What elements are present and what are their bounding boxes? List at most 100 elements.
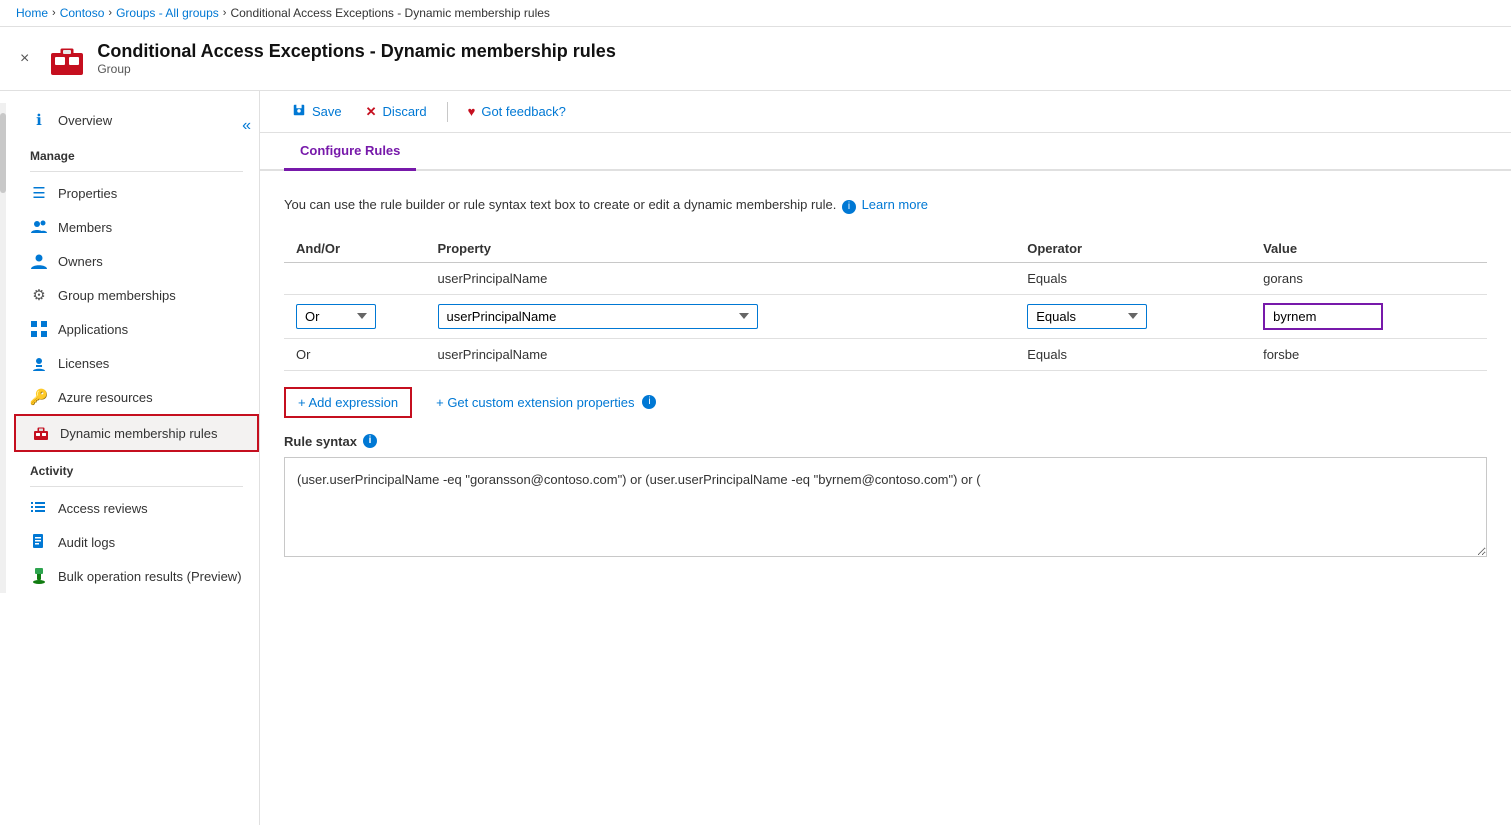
row3-value: forsbe [1251,338,1487,370]
properties-icon: ☰ [30,184,48,202]
licenses-icon [30,354,48,372]
row1-operator: Equals [1015,262,1251,294]
property-select[interactable]: userPrincipalName displayName mail given… [438,304,758,329]
breadcrumb-contoso[interactable]: Contoso [60,6,105,20]
operator-select[interactable]: Equals Not Equals Contains [1027,304,1147,329]
owners-icon [30,252,48,270]
custom-info-icon[interactable]: i [642,395,656,409]
row1-property: userPrincipalName [426,262,1016,294]
main-content: Save ✕ Discard ♥ Got feedback? Configure… [260,91,1511,825]
scrollbar-track[interactable] [0,103,6,593]
col-header-property: Property [426,235,1016,263]
info-circle-icon: ℹ [30,111,48,129]
key-icon: 🔑 [30,388,48,406]
save-button[interactable]: Save [284,99,350,124]
value-input[interactable] [1263,303,1383,330]
andor-select[interactable]: Or And [296,304,376,329]
gear-icon: ⚙ [30,286,48,304]
bc-sep-1: › [52,7,56,19]
add-expression-button[interactable]: + Add expression [284,387,412,418]
toolbar: Save ✕ Discard ♥ Got feedback? [260,91,1511,133]
sidebar-item-members-label: Members [58,220,112,235]
sidebar-item-dynamic-label: Dynamic membership rules [60,426,218,441]
save-label: Save [312,104,342,119]
sidebar-item-properties[interactable]: ☰ Properties [14,176,259,210]
sidebar-item-azure-resources-label: Azure resources [58,390,153,405]
table-row: userPrincipalName Equals gorans [284,262,1487,294]
sidebar-item-bulk-operation[interactable]: Bulk operation results (Preview) [14,559,259,593]
toolbox-icon [32,424,50,442]
header-row: × Conditional Access Exceptions - Dynami… [0,27,1511,91]
sidebar-item-members[interactable]: Members [14,210,259,244]
breadcrumb: Home › Contoso › Groups - All groups › C… [0,0,1511,27]
sidebar-item-group-memberships-label: Group memberships [58,288,176,303]
col-header-operator: Operator [1015,235,1251,263]
sidebar-divider-1 [30,171,243,172]
action-buttons-row: + Add expression + Get custom extension … [284,387,1487,418]
col-header-value: Value [1251,235,1487,263]
row3-property: userPrincipalName [426,338,1016,370]
close-button[interactable]: × [16,46,33,72]
rules-table: And/Or Property Operator Value userPrinc… [284,235,1487,371]
bulk-icon [30,567,48,585]
body-row: « ℹ Overview Manage ☰ Properties Members [0,91,1511,825]
table-row: Or userPrincipalName Equals forsbe [284,338,1487,370]
page-subtitle: Group [97,62,615,76]
row2-value[interactable] [1251,294,1487,338]
tabs-row: Configure Rules [260,133,1511,171]
sidebar-item-audit-logs[interactable]: Audit logs [14,525,259,559]
info-text: You can use the rule builder or rule syn… [284,195,1487,215]
info-tooltip-icon[interactable]: i [842,200,856,214]
learn-more-link[interactable]: Learn more [862,197,928,212]
sidebar-item-group-memberships[interactable]: ⚙ Group memberships [14,278,259,312]
breadcrumb-home[interactable]: Home [16,6,48,20]
get-custom-button[interactable]: + Get custom extension properties i [436,389,658,416]
row1-andor [284,262,426,294]
sidebar-item-licenses[interactable]: Licenses [14,346,259,380]
sidebar: « ℹ Overview Manage ☰ Properties Members [0,91,260,825]
grid-icon [30,320,48,338]
sidebar-item-bulk-label: Bulk operation results (Preview) [58,569,242,584]
sidebar-manage-label: Manage [14,137,259,167]
sidebar-item-overview-label: Overview [58,113,112,128]
sidebar-item-owners[interactable]: Owners [14,244,259,278]
sidebar-item-owners-label: Owners [58,254,103,269]
col-header-andor: And/Or [284,235,426,263]
toolbar-separator [447,102,448,122]
sidebar-item-dynamic-membership-rules[interactable]: Dynamic membership rules [14,414,259,452]
sidebar-item-audit-logs-label: Audit logs [58,535,115,550]
row3-andor: Or [284,338,426,370]
feedback-button[interactable]: ♥ Got feedback? [460,100,574,123]
sidebar-item-access-reviews-label: Access reviews [58,501,148,516]
row2-property[interactable]: userPrincipalName displayName mail given… [426,294,1016,338]
row2-andor[interactable]: Or And [284,294,426,338]
app-container: Home › Contoso › Groups - All groups › C… [0,0,1511,825]
discard-label: Discard [383,104,427,119]
sidebar-item-access-reviews[interactable]: Access reviews [14,491,259,525]
sidebar-item-properties-label: Properties [58,186,117,201]
sidebar-collapse-button[interactable]: « [234,115,259,137]
row1-value: gorans [1251,262,1487,294]
sidebar-item-applications[interactable]: Applications [14,312,259,346]
list-icon [30,499,48,517]
feedback-label: Got feedback? [481,104,566,119]
header-icon [49,41,85,77]
row2-operator[interactable]: Equals Not Equals Contains [1015,294,1251,338]
tab-configure-rules[interactable]: Configure Rules [284,133,416,171]
sidebar-item-licenses-label: Licenses [58,356,109,371]
content-area: You can use the rule builder or rule syn… [260,171,1511,584]
breadcrumb-groups[interactable]: Groups - All groups [116,6,219,20]
sidebar-item-overview[interactable]: ℹ Overview [14,103,259,137]
scrollbar-thumb [0,113,6,193]
sidebar-divider-2 [30,486,243,487]
rule-syntax-textarea[interactable]: (user.userPrincipalName -eq "goransson@c… [284,457,1487,557]
sidebar-item-azure-resources[interactable]: 🔑 Azure resources [14,380,259,414]
members-icon [30,218,48,236]
feedback-icon: ♥ [468,104,476,119]
table-row: Or And userPrincipalName displayName mai… [284,294,1487,338]
rule-syntax-info-icon[interactable]: i [363,434,377,448]
save-icon [292,103,306,120]
rule-syntax-label: Rule syntax i [284,434,1487,449]
header-title-block: Conditional Access Exceptions - Dynamic … [97,41,615,76]
discard-button[interactable]: ✕ Discard [358,100,435,124]
